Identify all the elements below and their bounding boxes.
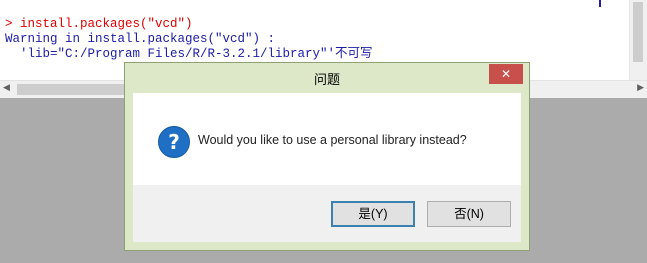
console-warning-line: Warning in install.packages("vcd") : <box>5 32 276 46</box>
yes-button[interactable]: 是(Y) <box>331 201 415 227</box>
console-output: > install.packages("vcd") Warning in inst… <box>5 2 373 62</box>
no-button[interactable]: 否(N) <box>427 201 511 227</box>
scroll-left-icon[interactable]: ◀ <box>3 83 10 93</box>
dialog-titlebar[interactable]: 问题 ✕ <box>125 63 529 93</box>
close-button[interactable]: ✕ <box>489 64 523 84</box>
dialog-title: 问题 <box>313 73 340 88</box>
vertical-scrollbar[interactable] <box>629 0 647 80</box>
question-icon: ? <box>158 126 190 158</box>
dialog-content: ? Would you like to use a personal libra… <box>133 93 521 185</box>
dialog-message: Would you like to use a personal library… <box>198 133 467 147</box>
scroll-right-icon[interactable]: ▶ <box>637 83 644 93</box>
dialog-button-area: 是(Y) 否(N) <box>133 185 521 242</box>
console-command-line: > install.packages("vcd") <box>5 17 193 31</box>
console-warning-detail: 'lib="C:/Program Files/R/R-3.2.1/library… <box>5 47 373 61</box>
question-dialog: 问题 ✕ ? Would you like to use a personal … <box>124 62 530 251</box>
cursor-marker <box>599 0 601 7</box>
vertical-scroll-thumb[interactable] <box>633 2 643 62</box>
